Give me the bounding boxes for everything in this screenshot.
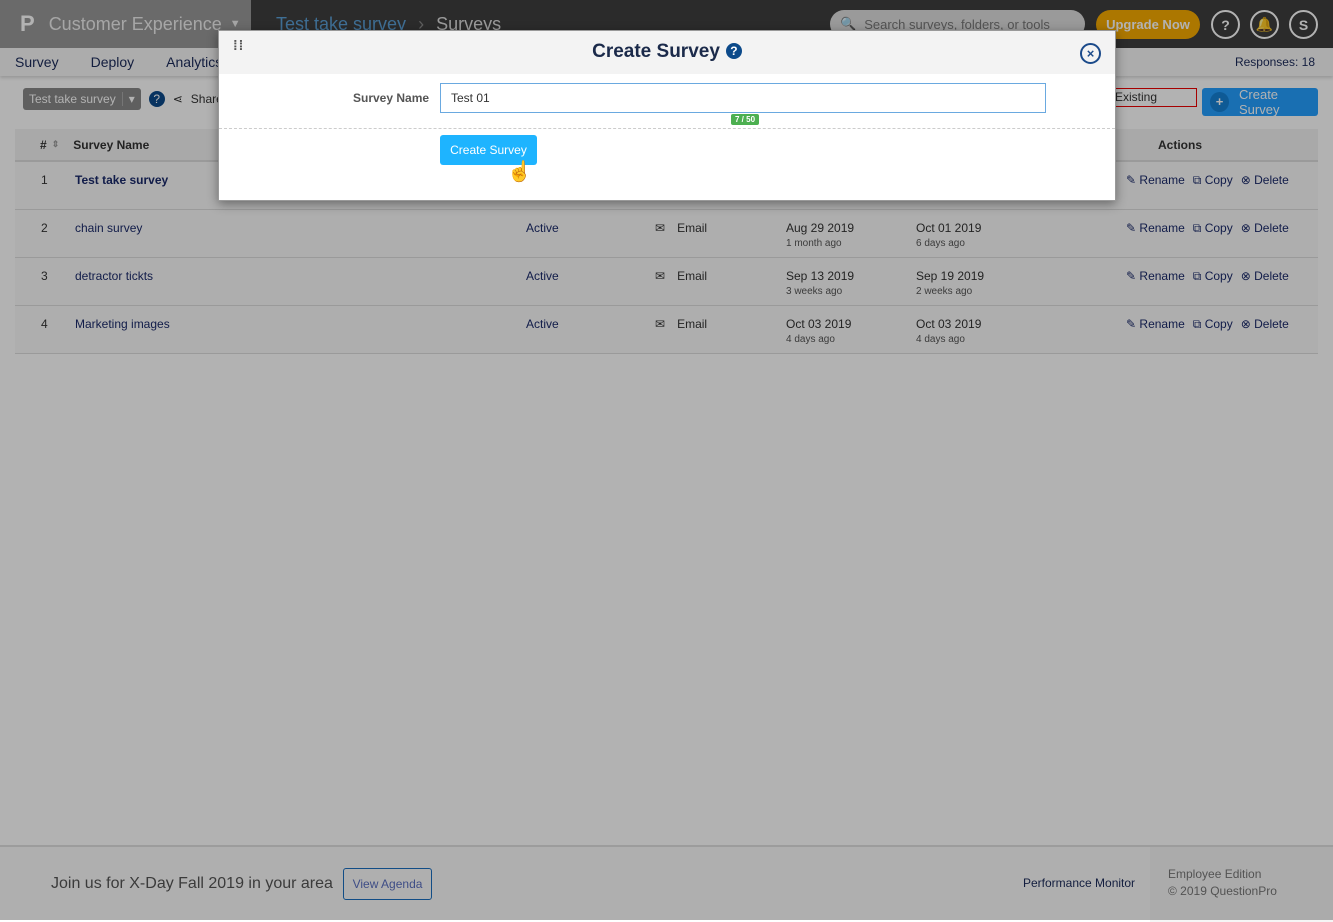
survey-name-input[interactable] (440, 83, 1046, 113)
modal-title-wrap: Create Survey? (219, 41, 1115, 63)
create-survey-modal: ⁞⁞ Create Survey? × Survey Name 7 / 50 C… (218, 30, 1116, 201)
hand-cursor-icon: ☝ (507, 161, 532, 183)
modal-title: Create Survey (592, 41, 720, 62)
char-counter: 7 / 50 (731, 114, 760, 125)
help-icon[interactable]: ? (725, 43, 742, 59)
modal-header: ⁞⁞ Create Survey? × (219, 31, 1115, 74)
survey-name-label: Survey Name (353, 91, 430, 105)
divider (219, 128, 1115, 129)
close-icon[interactable]: × (1080, 43, 1101, 64)
